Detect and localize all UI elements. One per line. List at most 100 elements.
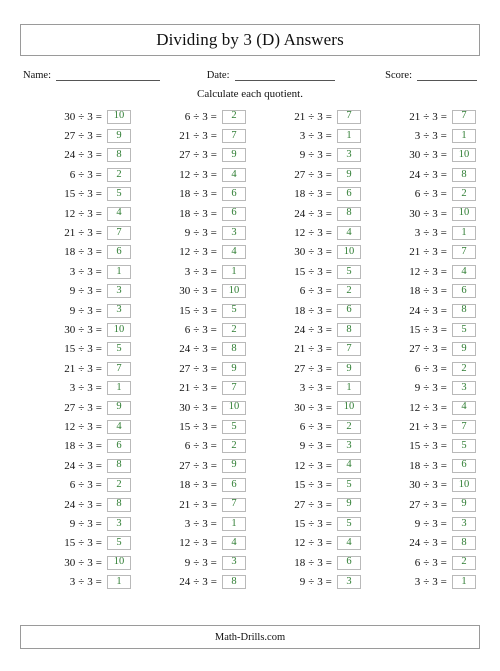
answer-box[interactable]: 5 [452, 439, 476, 454]
answer-box[interactable]: 6 [337, 187, 361, 202]
answer-box[interactable]: 4 [452, 264, 476, 279]
answer-box[interactable]: 3 [222, 226, 246, 241]
name-field[interactable]: Name: [23, 69, 160, 81]
score-field[interactable]: Score: [385, 69, 477, 81]
answer-box[interactable]: 7 [107, 361, 131, 376]
answer-box[interactable]: 2 [222, 109, 246, 124]
answer-box[interactable]: 3 [337, 148, 361, 163]
answer-box[interactable]: 9 [452, 497, 476, 512]
answer-box[interactable]: 3 [452, 516, 476, 531]
answer-box[interactable]: 6 [222, 478, 246, 493]
answer-box[interactable]: 6 [452, 458, 476, 473]
answer-box[interactable]: 5 [222, 419, 246, 434]
answer-box[interactable]: 9 [337, 497, 361, 512]
answer-box[interactable]: 6 [107, 439, 131, 454]
answer-box[interactable]: 9 [222, 148, 246, 163]
answer-box[interactable]: 3 [107, 284, 131, 299]
answer-box[interactable]: 3 [452, 381, 476, 396]
answer-box[interactable]: 1 [107, 264, 131, 279]
date-field[interactable]: Date: [207, 69, 335, 81]
answer-box[interactable]: 9 [452, 342, 476, 357]
score-input-line[interactable] [417, 69, 477, 81]
answer-box[interactable]: 5 [337, 478, 361, 493]
answer-box[interactable]: 1 [107, 381, 131, 396]
answer-box[interactable]: 9 [337, 167, 361, 182]
answer-box[interactable]: 3 [107, 303, 131, 318]
answer-box[interactable]: 10 [222, 400, 246, 415]
answer-box[interactable]: 2 [452, 555, 476, 570]
answer-box[interactable]: 9 [222, 361, 246, 376]
answer-box[interactable]: 10 [452, 478, 476, 493]
answer-box[interactable]: 9 [222, 458, 246, 473]
answer-box[interactable]: 1 [222, 516, 246, 531]
answer-box[interactable]: 8 [107, 148, 131, 163]
answer-box[interactable]: 7 [222, 497, 246, 512]
answer-box[interactable]: 3 [337, 439, 361, 454]
answer-box[interactable]: 4 [452, 400, 476, 415]
answer-box[interactable]: 2 [452, 361, 476, 376]
answer-box[interactable]: 5 [222, 303, 246, 318]
answer-box[interactable]: 10 [337, 400, 361, 415]
answer-box[interactable]: 2 [452, 187, 476, 202]
answer-box[interactable]: 3 [107, 516, 131, 531]
answer-box[interactable]: 9 [107, 129, 131, 144]
answer-box[interactable]: 8 [222, 575, 246, 590]
answer-box[interactable]: 8 [107, 497, 131, 512]
answer-box[interactable]: 2 [337, 284, 361, 299]
answer-box[interactable]: 2 [222, 439, 246, 454]
answer-box[interactable]: 5 [452, 322, 476, 337]
name-input-line[interactable] [56, 69, 160, 81]
answer-box[interactable]: 8 [337, 322, 361, 337]
answer-box[interactable]: 1 [107, 575, 131, 590]
answer-box[interactable]: 6 [107, 245, 131, 260]
answer-box[interactable]: 1 [337, 129, 361, 144]
answer-box[interactable]: 2 [337, 419, 361, 434]
answer-box[interactable]: 6 [337, 303, 361, 318]
answer-box[interactable]: 6 [222, 187, 246, 202]
answer-box[interactable]: 9 [337, 361, 361, 376]
answer-box[interactable]: 7 [107, 226, 131, 241]
answer-box[interactable]: 6 [337, 555, 361, 570]
answer-box[interactable]: 6 [452, 284, 476, 299]
answer-box[interactable]: 10 [107, 555, 131, 570]
answer-box[interactable]: 9 [107, 400, 131, 415]
answer-box[interactable]: 10 [452, 148, 476, 163]
answer-box[interactable]: 8 [107, 458, 131, 473]
answer-box[interactable]: 5 [107, 342, 131, 357]
answer-box[interactable]: 2 [107, 167, 131, 182]
answer-box[interactable]: 10 [222, 284, 246, 299]
answer-box[interactable]: 4 [222, 167, 246, 182]
answer-box[interactable]: 1 [452, 226, 476, 241]
answer-box[interactable]: 1 [222, 264, 246, 279]
answer-box[interactable]: 10 [107, 322, 131, 337]
answer-box[interactable]: 10 [107, 109, 131, 124]
answer-box[interactable]: 5 [337, 264, 361, 279]
date-input-line[interactable] [234, 69, 335, 81]
answer-box[interactable]: 2 [107, 478, 131, 493]
answer-box[interactable]: 4 [337, 226, 361, 241]
answer-box[interactable]: 6 [222, 206, 246, 221]
answer-box[interactable]: 7 [222, 381, 246, 396]
answer-box[interactable]: 7 [452, 245, 476, 260]
answer-box[interactable]: 4 [107, 419, 131, 434]
answer-box[interactable]: 4 [337, 458, 361, 473]
answer-box[interactable]: 10 [452, 206, 476, 221]
answer-box[interactable]: 7 [452, 109, 476, 124]
answer-box[interactable]: 5 [337, 516, 361, 531]
answer-box[interactable]: 4 [107, 206, 131, 221]
answer-box[interactable]: 1 [452, 575, 476, 590]
answer-box[interactable]: 7 [337, 342, 361, 357]
answer-box[interactable]: 4 [337, 536, 361, 551]
answer-box[interactable]: 7 [452, 419, 476, 434]
answer-box[interactable]: 3 [337, 575, 361, 590]
answer-box[interactable]: 3 [222, 555, 246, 570]
answer-box[interactable]: 4 [222, 245, 246, 260]
answer-box[interactable]: 1 [337, 381, 361, 396]
answer-box[interactable]: 1 [452, 129, 476, 144]
answer-box[interactable]: 7 [337, 109, 361, 124]
answer-box[interactable]: 2 [222, 322, 246, 337]
answer-box[interactable]: 8 [222, 342, 246, 357]
answer-box[interactable]: 8 [452, 536, 476, 551]
answer-box[interactable]: 5 [107, 536, 131, 551]
answer-box[interactable]: 10 [337, 245, 361, 260]
